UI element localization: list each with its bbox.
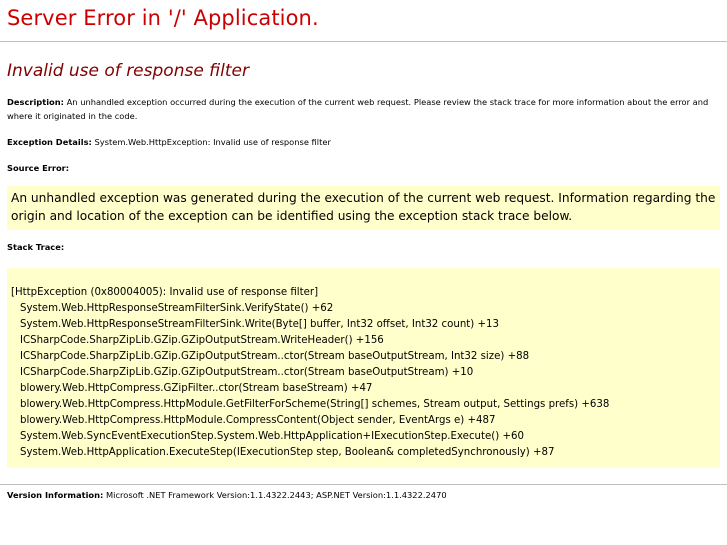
stack-trace-line: System.Web.SyncEventExecutionStep.System… [20, 431, 524, 442]
stack-trace-line: blowery.Web.HttpCompress.HttpModule.Comp… [20, 415, 496, 426]
title-divider [0, 41, 727, 42]
source-error-section: Source Error: [7, 161, 69, 175]
version-info-label: Version Information: [7, 490, 104, 500]
stack-trace-line: ICSharpCode.SharpZipLib.GZip.GZipOutputS… [20, 367, 474, 378]
exception-details-text: System.Web.HttpException: Invalid use of… [94, 137, 331, 147]
error-page: Server Error in '/' Application. Invalid… [0, 0, 727, 545]
stack-trace-line: blowery.Web.HttpCompress.GZipFilter..cto… [20, 383, 373, 394]
stack-trace-line: System.Web.HttpResponseStreamFilterSink.… [20, 303, 334, 314]
exception-details-section: Exception Details: System.Web.HttpExcept… [7, 135, 331, 149]
page-title: Server Error in '/' Application. [7, 6, 319, 30]
stack-trace-section: Stack Trace: [7, 240, 64, 254]
exception-details-label: Exception Details: [7, 137, 92, 147]
stack-trace-line: System.Web.HttpApplication.ExecuteStep(I… [20, 447, 555, 458]
description-text: An unhandled exception occurred during t… [7, 97, 709, 121]
error-subtitle: Invalid use of response filter [7, 61, 250, 81]
version-info-text: Microsoft .NET Framework Version:1.1.432… [105, 490, 447, 500]
stack-trace-box: [HttpException (0x80004005): Invalid use… [7, 268, 720, 468]
description-label: Description: [7, 97, 64, 107]
stack-trace-line: [HttpException (0x80004005): Invalid use… [11, 287, 319, 298]
source-error-box: An unhandled exception was generated dur… [7, 186, 720, 230]
stack-trace-line: System.Web.HttpResponseStreamFilterSink.… [20, 319, 499, 330]
footer-divider [0, 484, 727, 485]
description-section: Description: An unhandled exception occu… [7, 95, 723, 123]
version-info-section: Version Information: Microsoft .NET Fram… [7, 488, 447, 502]
stack-trace-line: ICSharpCode.SharpZipLib.GZip.GZipOutputS… [20, 335, 384, 346]
stack-trace-line: blowery.Web.HttpCompress.HttpModule.GetF… [20, 399, 610, 410]
source-error-label: Source Error: [7, 163, 70, 173]
stack-trace-label: Stack Trace: [7, 242, 65, 252]
stack-trace-line: ICSharpCode.SharpZipLib.GZip.GZipOutputS… [20, 351, 530, 362]
